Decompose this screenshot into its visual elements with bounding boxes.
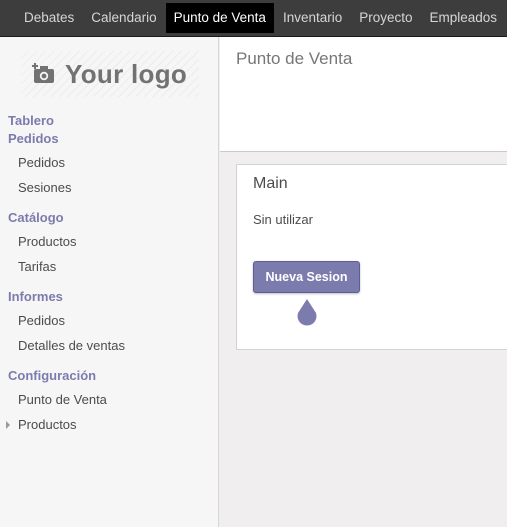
top-menu: Debates Calendario Punto de Venta Invent… <box>0 0 507 36</box>
expand-caret-icon[interactable] <box>6 421 10 429</box>
sidebar-heading-tablero[interactable]: Tablero <box>8 113 54 128</box>
sidebar-item-pedidos[interactable]: Pedidos <box>18 155 65 170</box>
session-status: Sin utilizar <box>253 212 313 227</box>
sidebar-item-sesiones[interactable]: Sesiones <box>18 180 71 195</box>
sidebar-heading-pedidos: Pedidos <box>8 131 59 146</box>
menu-item-debates[interactable]: Debates <box>16 3 82 33</box>
pos-config-card: Main Sin utilizar Nueva Sesion <box>236 164 507 350</box>
logo-text: Your logo <box>65 58 188 89</box>
sidebar-item-detalles-de-ventas[interactable]: Detalles de ventas <box>18 338 125 353</box>
control-panel: Punto de Venta <box>220 37 507 152</box>
sidebar-heading-informes: Informes <box>8 289 63 304</box>
new-session-button[interactable]: Nueva Sesion <box>253 261 360 293</box>
sidebar-heading-configuracion: Configuración <box>8 368 97 383</box>
menu-item-calendario[interactable]: Calendario <box>83 3 164 33</box>
company-logo[interactable]: Your logo <box>21 51 199 97</box>
sidebar-item-informes-pedidos[interactable]: Pedidos <box>18 313 65 328</box>
card-title[interactable]: Main <box>253 175 288 193</box>
camera-plus-icon <box>32 63 56 85</box>
sidebar: Your logo Tablero Pedidos Pedidos Sesion… <box>0 37 219 527</box>
sidebar-item-punto-de-venta[interactable]: Punto de Venta <box>18 392 107 407</box>
top-menu-bar: Debates Calendario Punto de Venta Invent… <box>0 0 507 37</box>
sidebar-item-tarifas[interactable]: Tarifas <box>18 259 56 274</box>
tip-drop-icon[interactable] <box>292 298 322 328</box>
menu-item-empleados[interactable]: Empleados <box>422 3 506 33</box>
menu-item-inventario[interactable]: Inventario <box>275 3 350 33</box>
sidebar-heading-catalogo: Catálogo <box>8 210 64 225</box>
sidebar-item-config-productos[interactable]: Productos <box>18 417 77 432</box>
sidebar-item-productos[interactable]: Productos <box>18 234 77 249</box>
menu-item-proyecto[interactable]: Proyecto <box>351 3 420 33</box>
menu-item-punto-de-venta[interactable]: Punto de Venta <box>165 3 274 33</box>
main-content: Punto de Venta Main Sin utilizar Nueva S… <box>220 37 507 527</box>
breadcrumb: Punto de Venta <box>236 49 353 68</box>
